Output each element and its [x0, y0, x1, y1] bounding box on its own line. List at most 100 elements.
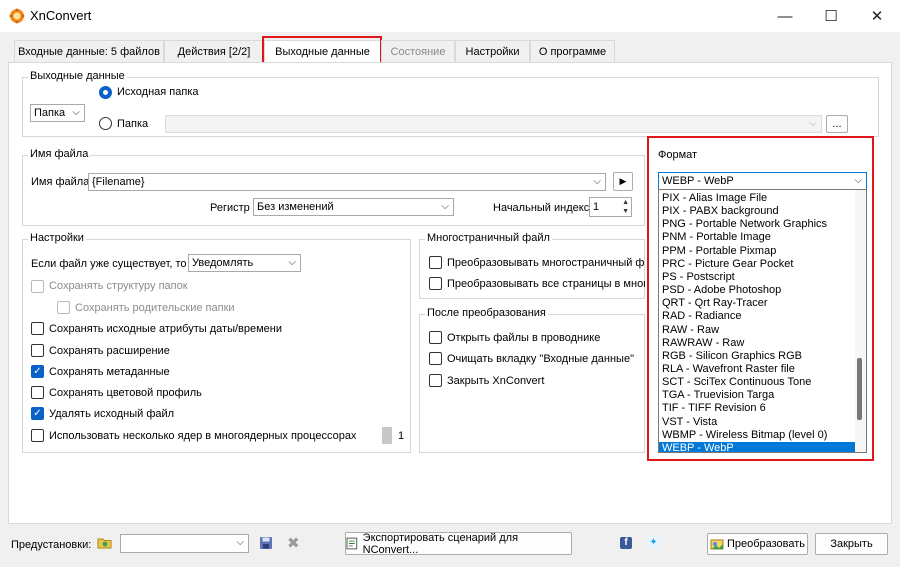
checkmark-icon: ✓: [33, 365, 42, 377]
filename-label: Имя файла: [31, 176, 90, 188]
facebook-icon[interactable]: f: [620, 537, 632, 549]
delete-preset-icon[interactable]: ✖: [287, 534, 300, 552]
open-explorer-checkbox[interactable]: [429, 331, 442, 344]
keep-extension-label: Сохранять расширение: [49, 345, 170, 357]
presets-combo[interactable]: ⌵: [120, 534, 249, 553]
keep-date-checkbox[interactable]: [31, 322, 44, 335]
output-mode-value: Папка: [34, 107, 66, 119]
keep-parents-label: Сохранять родительские папки: [75, 302, 235, 314]
format-highlight-box: [647, 136, 874, 461]
filename-pattern-value: {Filename}: [92, 176, 145, 188]
chevron-down-icon: ⌵: [236, 537, 244, 548]
filename-group-title: Имя файла: [28, 148, 91, 160]
after-conversion-group-title: После преобразования: [425, 307, 548, 319]
start-index-value: 1: [593, 201, 600, 213]
tab-actions-label: Действия [2/2]: [177, 45, 251, 58]
browse-button[interactable]: ...: [826, 115, 848, 133]
tab-settings-label: Настройки: [465, 45, 520, 58]
maximize-button[interactable]: ☐: [808, 0, 854, 32]
presets-label: Предустановки:: [11, 539, 92, 551]
window-title: XnConvert: [30, 8, 92, 23]
tab-status-label: Состояние: [390, 45, 446, 58]
if-exists-label: Если файл уже существует, то: [31, 258, 187, 270]
title-bar: XnConvert — ☐ ✕: [0, 0, 900, 32]
clear-input-label: Очищать вкладку "Входные данные": [447, 353, 634, 365]
multipage-group-title: Многостраничный файл: [425, 232, 552, 244]
open-folder-icon[interactable]: [97, 536, 113, 550]
close-button[interactable]: Закрыть: [815, 533, 888, 555]
chevron-down-icon: ⌵: [809, 118, 817, 129]
chevron-down-icon: ⌵: [288, 257, 296, 268]
case-combo[interactable]: Без изменений ⌵: [253, 198, 454, 216]
play-arrow-icon: ▶: [619, 176, 627, 186]
if-exists-combo[interactable]: Уведомлять ⌵: [188, 254, 301, 272]
export-nconvert-button[interactable]: Экспортировать сценарий для NConvert...: [345, 531, 572, 556]
radio-folder[interactable]: [99, 117, 112, 130]
convert-button[interactable]: Преобразовать: [707, 533, 808, 555]
start-index-spinner[interactable]: 1 ▲ ▼: [589, 197, 632, 217]
multicore-checkbox[interactable]: [31, 429, 44, 442]
tab-input[interactable]: Входные данные: 5 файлов: [14, 40, 164, 62]
save-icon[interactable]: [259, 536, 273, 550]
tab-about-label: О программе: [538, 45, 607, 58]
keep-parents-checkbox[interactable]: [57, 301, 70, 314]
convert-label: Преобразовать: [726, 538, 806, 550]
script-icon: [346, 537, 358, 550]
close-icon: ✕: [870, 8, 884, 25]
convert-multipage-checkbox[interactable]: [429, 256, 442, 269]
tab-settings[interactable]: Настройки: [455, 40, 530, 62]
export-nconvert-label: Экспортировать сценарий для NConvert...: [362, 531, 519, 556]
open-explorer-label: Открыть файлы в проводнике: [447, 332, 601, 344]
case-label: Регистр: [210, 202, 250, 214]
twitter-icon[interactable]: ✦: [647, 537, 660, 549]
convert-all-pages-label: Преобразовывать все страницы в многостр: [447, 278, 645, 290]
keep-color-profile-label: Сохранять цветовой профиль: [49, 387, 202, 399]
folder-path-combo[interactable]: ⌵: [165, 115, 822, 133]
radio-source-folder-label: Исходная папка: [117, 86, 199, 98]
filename-pattern-combo[interactable]: {Filename} ⌵: [88, 173, 606, 191]
settings-group-title: Настройки: [28, 232, 86, 244]
keep-structure-label: Сохранять структуру папок: [49, 280, 188, 292]
clear-input-checkbox[interactable]: [429, 352, 442, 365]
spinner-arrows-icon: ▲ ▼: [622, 199, 629, 215]
convert-multipage-label: Преобразовывать многостраничный файл в: [447, 257, 645, 269]
output-group-title: Выходные данные: [28, 70, 127, 82]
keep-metadata-checkbox[interactable]: ✓: [31, 365, 44, 378]
cores-value: 1: [398, 430, 405, 442]
insert-token-button[interactable]: ▶: [613, 172, 633, 191]
checkmark-icon: ✓: [33, 407, 42, 419]
radio-folder-label: Папка: [117, 118, 149, 130]
keep-extension-checkbox[interactable]: [31, 344, 44, 357]
close-label: Закрыть: [830, 538, 873, 550]
start-index-label: Начальный индекс: [493, 202, 590, 214]
delete-source-checkbox[interactable]: ✓: [31, 407, 44, 420]
convert-all-pages-checkbox[interactable]: [429, 277, 442, 290]
convert-icon: [710, 539, 724, 549]
case-value: Без изменений: [257, 201, 334, 213]
maximize-icon: ☐: [824, 8, 838, 25]
keep-date-label: Сохранять исходные атрибуты даты/времени: [49, 323, 283, 335]
close-app-label: Закрыть XnConvert: [447, 375, 545, 387]
keep-metadata-label: Сохранять метаданные: [49, 366, 170, 378]
keep-color-profile-checkbox[interactable]: [31, 386, 44, 399]
chevron-down-icon: ⌵: [593, 176, 601, 187]
tab-input-label: Входные данные: 5 файлов: [18, 45, 160, 58]
chevron-down-icon: ⌵: [72, 107, 80, 118]
if-exists-value: Уведомлять: [192, 257, 254, 269]
tab-actions[interactable]: Действия [2/2]: [164, 40, 264, 62]
chevron-down-icon: ⌵: [441, 201, 449, 212]
tab-status[interactable]: Состояние: [381, 40, 455, 62]
close-window-button[interactable]: ✕: [854, 0, 900, 32]
radio-source-folder[interactable]: [99, 86, 112, 99]
output-mode-combo[interactable]: Папка ⌵: [30, 104, 85, 122]
cores-slider[interactable]: [382, 427, 392, 444]
minimize-icon: —: [777, 7, 793, 25]
xnconvert-logo-icon: [9, 8, 25, 24]
multipage-group: [419, 239, 645, 299]
browse-label: ...: [832, 118, 842, 130]
minimize-button[interactable]: —: [762, 0, 808, 32]
keep-structure-checkbox[interactable]: [31, 280, 44, 293]
close-app-checkbox[interactable]: [429, 374, 442, 387]
multicore-label: Использовать несколько ядер в многоядерн…: [49, 430, 357, 442]
tab-about[interactable]: О программе: [530, 40, 615, 62]
